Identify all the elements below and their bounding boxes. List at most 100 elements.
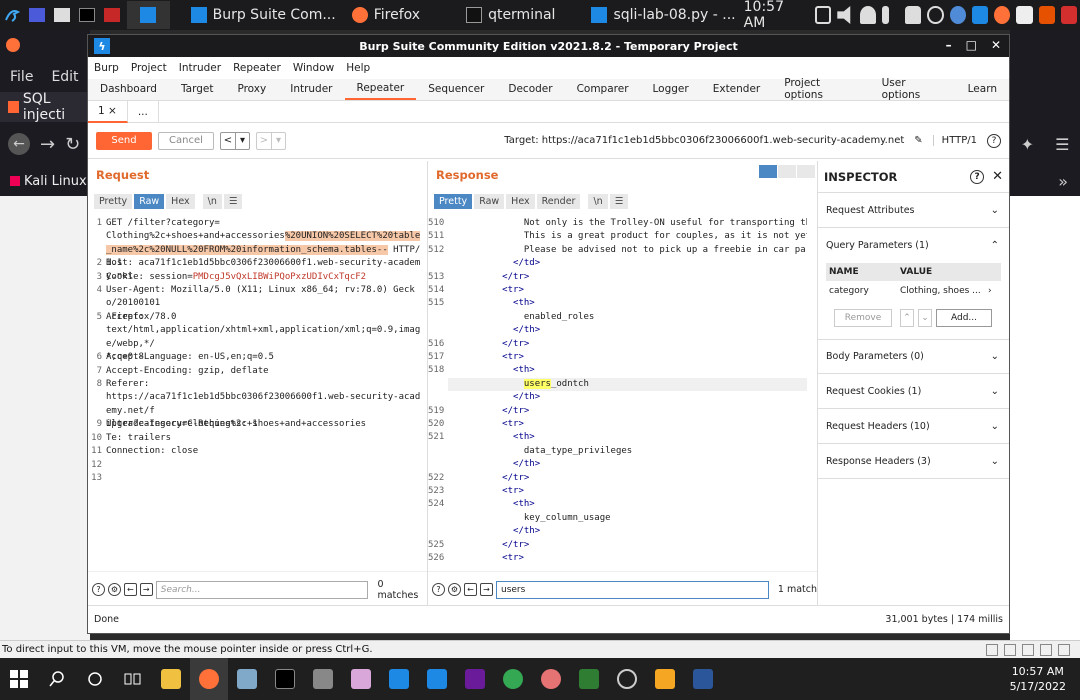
- tab-repeater[interactable]: Repeater: [344, 78, 417, 100]
- app-red-icon[interactable]: [532, 658, 570, 700]
- section-response-headers[interactable]: Response Headers (3) ⌄: [818, 444, 1009, 479]
- format-pretty[interactable]: Pretty: [94, 193, 133, 209]
- vscode-taskbar-icon[interactable]: [418, 658, 456, 700]
- format-hex[interactable]: Hex: [166, 193, 195, 209]
- battery-icon[interactable]: [881, 6, 889, 24]
- send-button[interactable]: Send: [96, 131, 152, 150]
- help-icon[interactable]: ?: [970, 169, 985, 184]
- next-match-icon[interactable]: →: [480, 583, 493, 596]
- tab-project-options[interactable]: Project options: [772, 77, 869, 101]
- vm-disk-icon[interactable]: [1004, 643, 1016, 656]
- menu-icon[interactable]: ☰: [223, 193, 243, 209]
- tab-dashboard[interactable]: Dashboard: [88, 78, 169, 100]
- extension-icon[interactable]: ✦: [1021, 135, 1034, 154]
- back-icon[interactable]: ←: [8, 133, 30, 155]
- task-burp[interactable]: Burp Suite Com...: [183, 0, 344, 30]
- tab-learn[interactable]: Learn: [956, 78, 1009, 100]
- vm-audio-icon[interactable]: [1040, 643, 1052, 656]
- move-down-icon[interactable]: ⌄: [918, 309, 932, 327]
- windows-start-icon[interactable]: [0, 658, 38, 700]
- vmware-icon[interactable]: [646, 658, 684, 700]
- layout-stacked-icon[interactable]: [778, 165, 796, 178]
- visual-studio-icon[interactable]: [456, 658, 494, 700]
- paint-icon[interactable]: [342, 658, 380, 700]
- word-icon[interactable]: [684, 658, 722, 700]
- tab-user-options[interactable]: User options: [870, 77, 956, 101]
- help-icon[interactable]: ?: [432, 583, 445, 596]
- tab-decoder[interactable]: Decoder: [496, 78, 564, 100]
- search-icon[interactable]: [38, 658, 76, 700]
- firefox-tab[interactable]: SQL injecti: [0, 91, 90, 123]
- task-qterminal[interactable]: qterminal: [458, 0, 563, 30]
- repeater-tab-1[interactable]: 1 ×: [88, 100, 128, 123]
- vm-network-icon[interactable]: [986, 643, 998, 656]
- tab-logger[interactable]: Logger: [641, 78, 701, 100]
- forward-icon[interactable]: →: [40, 134, 55, 155]
- format-raw[interactable]: Raw: [474, 193, 505, 209]
- menu-help[interactable]: Help: [346, 62, 370, 74]
- tab-comparer[interactable]: Comparer: [565, 78, 641, 100]
- notification-icon[interactable]: [859, 6, 876, 24]
- tab-intruder[interactable]: Intruder: [278, 78, 344, 100]
- prev-match-icon[interactable]: ←: [464, 583, 477, 596]
- tab-sequencer[interactable]: Sequencer: [416, 78, 496, 100]
- bookmark-kali[interactable]: Kali Linux: [0, 166, 90, 196]
- task-view-icon[interactable]: [114, 658, 152, 700]
- format-raw[interactable]: Raw: [134, 193, 165, 209]
- section-query-parameters[interactable]: Query Parameters (1) ⌃: [818, 228, 1009, 263]
- help-icon[interactable]: ?: [92, 583, 105, 596]
- document-icon[interactable]: [1016, 6, 1033, 24]
- volume-icon[interactable]: [837, 6, 851, 24]
- add-param-button[interactable]: Add...: [936, 309, 992, 327]
- format-hex[interactable]: Hex: [506, 193, 535, 209]
- help-icon[interactable]: ?: [987, 133, 1001, 148]
- display-icon[interactable]: [814, 6, 832, 24]
- protocol-label[interactable]: HTTP/1: [932, 135, 977, 146]
- format-newline[interactable]: \n: [588, 193, 608, 209]
- layout-side-by-side-icon[interactable]: [759, 165, 777, 178]
- firefox-taskbar-icon[interactable]: [190, 658, 228, 700]
- reload-icon[interactable]: ↻: [65, 134, 80, 155]
- lock-icon[interactable]: [904, 6, 921, 24]
- menu-repeater[interactable]: Repeater: [233, 62, 281, 74]
- calculator-icon[interactable]: [304, 658, 342, 700]
- request-search-input[interactable]: Search...: [155, 580, 369, 599]
- task-vscode[interactable]: sqli-lab-08.py - ...: [583, 0, 743, 30]
- burp-launcher-icon[interactable]: [126, 1, 170, 29]
- table-row[interactable]: category Clothing, shoes ... ›: [826, 281, 1001, 301]
- menu-window[interactable]: Window: [293, 62, 334, 74]
- section-request-cookies[interactable]: Request Cookies (1) ⌄: [818, 374, 1009, 409]
- format-pretty[interactable]: Pretty: [434, 193, 473, 209]
- request-editor[interactable]: 1 GET /filter?category= Clothing%2c+shoe…: [88, 217, 427, 571]
- burp-tray-icon[interactable]: [1038, 6, 1055, 24]
- menu-intruder[interactable]: Intruder: [179, 62, 221, 74]
- response-editor[interactable]: 510 Not only is the Trolley-ON useful fo…: [428, 217, 817, 571]
- edit-target-icon[interactable]: ✎: [914, 135, 922, 146]
- format-render[interactable]: Render: [536, 193, 581, 209]
- app-icon[interactable]: [102, 4, 121, 26]
- cancel-button[interactable]: Cancel: [158, 131, 214, 150]
- app-tray-icon[interactable]: [1060, 6, 1077, 24]
- firefox-tray-icon[interactable]: [994, 6, 1011, 24]
- file-manager-icon[interactable]: [53, 4, 72, 26]
- section-body-parameters[interactable]: Body Parameters (0) ⌄: [818, 339, 1009, 374]
- terminal-icon[interactable]: [266, 658, 304, 700]
- close-icon[interactable]: ✕: [991, 38, 1001, 52]
- response-search-input[interactable]: users: [496, 580, 769, 599]
- app-circle-icon[interactable]: [608, 658, 646, 700]
- kali-menu-icon[interactable]: [3, 4, 22, 26]
- vscode-tray-icon[interactable]: [971, 6, 988, 24]
- chrome-icon[interactable]: [494, 658, 532, 700]
- settings-gear-icon[interactable]: ⚙: [448, 583, 461, 596]
- close-icon[interactable]: ✕: [992, 169, 1003, 184]
- menu-project[interactable]: Project: [131, 62, 167, 74]
- history-forward[interactable]: > ▾: [256, 131, 286, 150]
- format-newline[interactable]: \n: [202, 193, 222, 209]
- repeater-tab-new[interactable]: ...: [128, 100, 159, 123]
- remove-param-button[interactable]: Remove: [834, 309, 892, 327]
- terminal-icon[interactable]: [77, 4, 96, 26]
- menu-file[interactable]: File: [10, 69, 33, 85]
- vm-usb-icon[interactable]: [1022, 643, 1034, 656]
- tab-proxy[interactable]: Proxy: [225, 78, 278, 100]
- prev-match-icon[interactable]: ←: [123, 583, 137, 596]
